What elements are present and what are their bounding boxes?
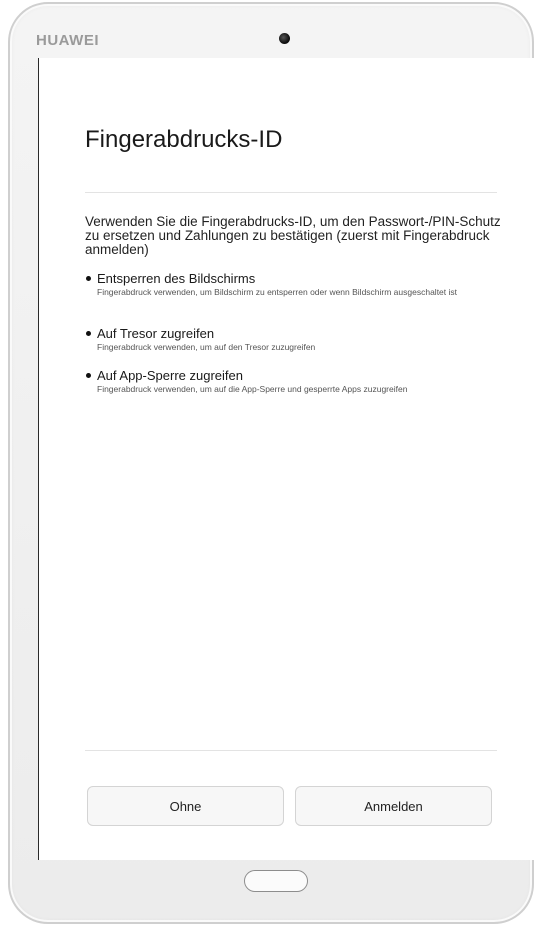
page-title: Fingerabdrucks-ID xyxy=(85,126,283,153)
screen: Fingerabdrucks-ID Verwenden Sie die Fing… xyxy=(38,58,539,860)
bullet-icon xyxy=(86,373,91,378)
button-divider xyxy=(85,750,497,751)
feature-description: Fingerabdruck verwenden, um auf die App-… xyxy=(97,384,408,394)
feature-vault-access: Auf Tresor zugreifen Fingerabdruck verwe… xyxy=(85,326,505,353)
intro-text: Verwenden Sie die Fingerabdrucks-ID, um … xyxy=(85,214,501,257)
feature-description: Fingerabdruck verwenden, um auf den Tres… xyxy=(97,342,316,352)
home-button[interactable] xyxy=(244,870,308,892)
title-divider xyxy=(85,192,497,193)
tablet-frame: HUAWEI Fingerabdrucks-ID Verwenden Sie d… xyxy=(8,2,539,924)
register-button[interactable]: Anmelden xyxy=(295,786,492,826)
feature-title: Auf App-Sperre zugreifen xyxy=(97,368,243,383)
feature-title: Auf Tresor zugreifen xyxy=(97,326,215,341)
feature-app-lock: Auf App-Sperre zugreifen Fingerabdruck v… xyxy=(85,368,505,395)
front-camera-icon xyxy=(279,33,290,44)
feature-description: Fingerabdruck verwenden, um Bildschirm z… xyxy=(97,287,458,297)
bullet-icon xyxy=(86,331,91,336)
brand-logo: HUAWEI xyxy=(36,32,99,49)
feature-unlock-screen: Entsperren des Bildschirms Fingerabdruck… xyxy=(85,271,505,298)
bullet-icon xyxy=(86,276,91,281)
skip-button[interactable]: Ohne xyxy=(87,786,284,826)
feature-title: Entsperren des Bildschirms xyxy=(97,271,256,286)
